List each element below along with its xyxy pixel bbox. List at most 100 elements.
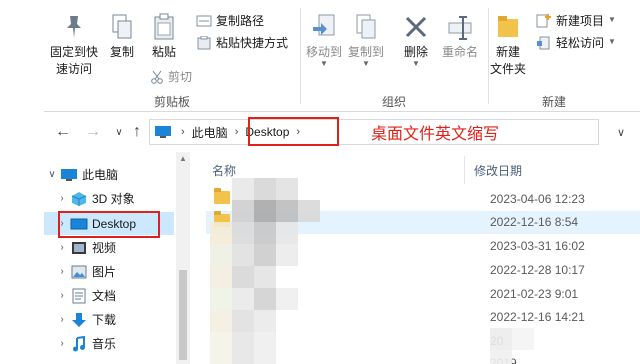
address-dropdown-button[interactable]: ∨: [610, 121, 632, 143]
chevron-right-icon: ›: [60, 193, 64, 204]
file-list: 名称 修改日期 2023-04-06 12:23 2022-12-16 8:54…: [190, 152, 640, 364]
ribbon-divider: [300, 8, 301, 104]
chevron-down-icon: ∨: [115, 126, 123, 138]
delete-x-icon: [402, 12, 430, 42]
nav-item-pictures[interactable]: › 图片: [44, 260, 174, 283]
easy-access-button[interactable]: 轻松访问 ▼: [536, 34, 616, 51]
picture-icon: [70, 264, 88, 280]
paste-shortcut-label: 粘贴快捷方式: [216, 36, 289, 50]
chevron-right-icon: ›: [60, 290, 64, 301]
copy-label: 复制: [109, 45, 134, 59]
nav-item-3d-objects[interactable]: › 3D 对象: [44, 187, 174, 210]
clipboard-group-label: 剪贴板: [154, 95, 191, 109]
nav-item-label: 3D 对象: [92, 192, 135, 206]
nav-item-label: 此电脑: [82, 168, 119, 182]
nav-item-label: 下载: [92, 313, 117, 327]
computer-icon: [60, 167, 78, 183]
breadcrumb-separator-icon: ›: [181, 126, 185, 138]
copy-path-button[interactable]: 复制路径: [196, 12, 264, 29]
copy-path-label: 复制路径: [216, 14, 265, 28]
pin-label-2: 速访问: [56, 62, 93, 76]
chevron-down-icon: ▼: [608, 15, 616, 24]
move-to-button[interactable]: 移动到 ▼: [306, 12, 342, 68]
navigation-bar: ← → ∨ ↑ › 此电脑 › Desktop › ∨: [44, 114, 640, 150]
copy-button[interactable]: 复制: [108, 12, 136, 61]
chevron-down-icon: ▼: [608, 37, 616, 46]
music-icon: [70, 335, 88, 352]
forward-button[interactable]: →: [82, 121, 104, 143]
nav-item-label: 文档: [92, 289, 117, 303]
pin-label-1: 固定到快: [50, 45, 99, 59]
new-item-icon: [536, 13, 551, 27]
breadcrumb-separator-icon: ›: [234, 126, 239, 138]
nav-scrollbar[interactable]: ▲: [176, 152, 190, 364]
chevron-down-icon: ▼: [412, 59, 420, 68]
chevron-right-icon: ›: [60, 314, 64, 325]
nav-item-label: 图片: [92, 265, 117, 279]
ribbon-divider: [488, 8, 489, 104]
easy-access-label: 轻松访问: [556, 36, 605, 50]
new-item-label: 新建项目: [556, 14, 605, 28]
obscured-file-names: [210, 178, 534, 364]
nav-item-downloads[interactable]: › 下载: [44, 308, 174, 331]
copy-icon: [108, 12, 136, 42]
address-highlight-box: [248, 117, 339, 146]
nav-item-this-pc[interactable]: ∨ 此电脑: [44, 163, 174, 186]
arrow-right-icon: →: [85, 123, 101, 140]
up-button[interactable]: ↑: [126, 121, 148, 143]
monitor-icon: [155, 126, 171, 138]
nav-scrollbar-thumb[interactable]: [179, 270, 187, 360]
nav-item-documents[interactable]: › 文档: [44, 284, 174, 307]
organize-group-label: 组织: [382, 95, 407, 109]
cut-label: 剪切: [168, 70, 193, 84]
new-item-button[interactable]: 新建项目 ▼: [536, 12, 616, 29]
video-icon: [70, 240, 88, 256]
copy-path-icon: [196, 15, 212, 26]
rename-label: 重命名: [442, 45, 479, 59]
ribbon: 固定到快 速访问 复制 粘贴 复制路径 粘贴快捷方式 剪切 剪贴板 移动到 ▼: [44, 0, 640, 112]
paste-shortcut-button[interactable]: 粘贴快捷方式: [196, 34, 288, 51]
cut-button[interactable]: 剪切: [150, 68, 192, 85]
paste-icon: [150, 12, 178, 42]
chevron-down-icon: ∨: [616, 126, 626, 139]
new-folder-label-1: 新建: [496, 45, 521, 59]
cube-icon: [70, 191, 88, 207]
nav-item-label: 音乐: [92, 337, 117, 351]
new-folder-icon: [494, 12, 522, 42]
desktop-highlight-box: [58, 211, 160, 238]
new-folder-label-2: 文件夹: [490, 62, 527, 76]
nav-item-videos[interactable]: › 视频: [44, 236, 174, 259]
delete-button[interactable]: 删除 ▼: [402, 12, 430, 68]
new-folder-button[interactable]: 新建 文件夹: [490, 12, 526, 78]
nav-item-label: 视频: [92, 241, 117, 255]
document-icon: [70, 288, 88, 304]
arrow-up-icon: ↑: [133, 123, 141, 140]
copy-to-button[interactable]: 复制到 ▼: [348, 12, 384, 68]
chevron-right-icon: ›: [60, 338, 64, 349]
annotation-text: 桌面文件英文缩写: [371, 126, 500, 143]
chevron-right-icon: ›: [60, 266, 64, 277]
easy-access-icon: [537, 36, 550, 49]
breadcrumb-this-pc[interactable]: 此电脑: [188, 124, 232, 141]
paste-button[interactable]: 粘贴: [150, 12, 178, 61]
chevron-right-icon: ›: [60, 242, 64, 253]
chevron-down-icon: ▼: [362, 59, 370, 68]
copy-to-icon: [352, 12, 380, 42]
rename-button[interactable]: 重命名: [442, 12, 478, 61]
move-to-icon: [310, 12, 338, 42]
scissors-icon: [151, 70, 163, 84]
nav-item-music[interactable]: › 音乐: [44, 332, 174, 355]
paste-shortcut-icon: [197, 35, 211, 49]
paste-label: 粘贴: [151, 45, 176, 59]
pin-quick-access-button[interactable]: 固定到快 速访问: [50, 12, 98, 78]
chevron-down-icon: ∨: [48, 169, 56, 180]
new-group-label: 新建: [542, 95, 567, 109]
navigation-pane: ∨ 此电脑 › 3D 对象 › Desktop › 视频 › 图片 › 文档 ›…: [44, 152, 176, 364]
rename-icon: [446, 12, 474, 42]
back-button[interactable]: ←: [52, 121, 74, 143]
arrow-left-icon: ←: [55, 123, 71, 140]
download-icon: [70, 312, 88, 328]
pin-icon: [60, 12, 88, 42]
scroll-up-icon: ▲: [179, 154, 187, 163]
chevron-down-icon: ▼: [320, 59, 328, 68]
